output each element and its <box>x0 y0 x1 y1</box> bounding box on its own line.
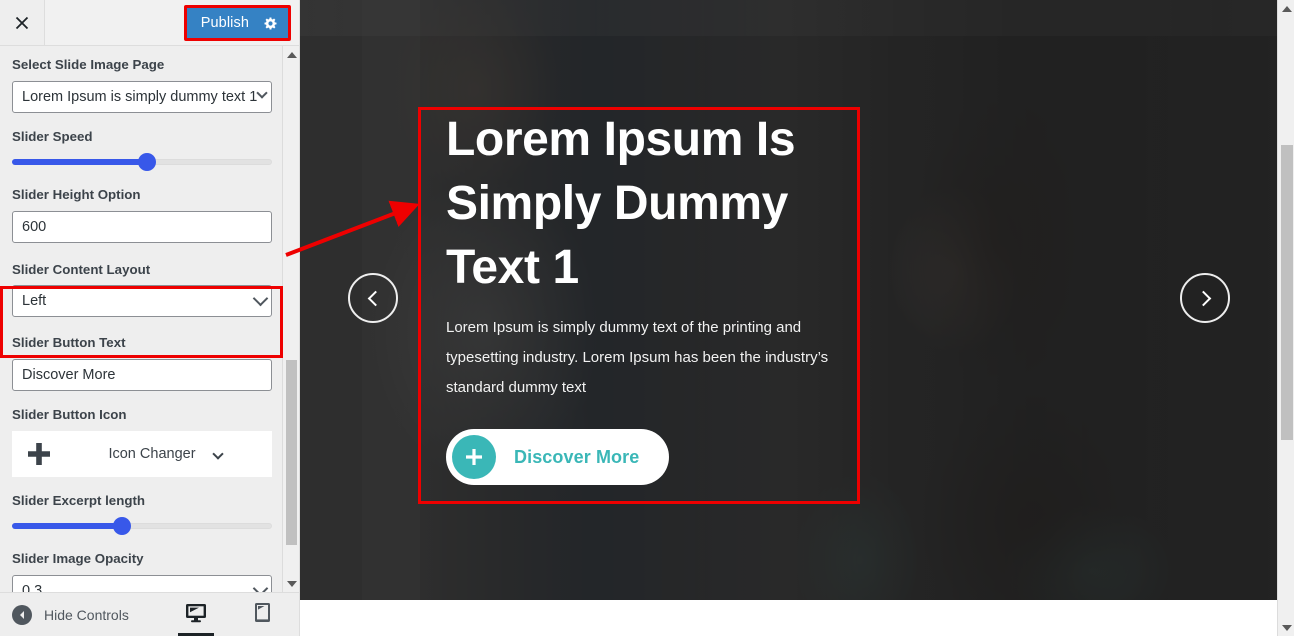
slider-image-opacity-input[interactable] <box>12 574 272 592</box>
preview-bottom-strip <box>300 600 1277 636</box>
range-thumb[interactable] <box>113 517 131 536</box>
range-thumb[interactable] <box>138 153 156 172</box>
device-tablet-button[interactable] <box>241 594 283 636</box>
tablet-icon <box>254 602 271 628</box>
control-label: Slider Excerpt length <box>12 492 146 508</box>
site-preview: Lorem Ipsum Is Simply Dummy Text 1 Lorem… <box>300 0 1277 636</box>
chevron-left-icon <box>367 290 383 306</box>
triangle-down-icon <box>286 580 297 587</box>
chevron-right-icon <box>1195 290 1211 306</box>
page-scroll-up-button[interactable] <box>1278 0 1294 17</box>
icon-changer-label: Icon Changer <box>108 445 196 462</box>
control-slider-speed: Slider Speed <box>12 128 276 172</box>
slider-speed-range[interactable] <box>12 153 272 172</box>
control-slider-button-text: Slider Button Text <box>12 334 276 392</box>
hide-controls-button[interactable]: Hide Controls <box>12 604 129 625</box>
triangle-down-icon <box>1281 624 1292 631</box>
slide-description: Lorem Ipsum is simply dummy text of the … <box>446 319 829 397</box>
sidebar-header: Publish <box>0 0 299 46</box>
control-select-slide-image-page: Select Slide Image Page <box>12 56 276 113</box>
publish-button-label: Publish <box>200 15 249 31</box>
page-scrollbar[interactable] <box>1277 0 1294 636</box>
slider-excerpt-range[interactable] <box>12 517 272 536</box>
close-button[interactable] <box>0 0 45 45</box>
chevron-left-circle-icon <box>12 604 32 625</box>
customizer-window: Publish Select Slide Image Page Lorem Ip… <box>0 0 1294 636</box>
desktop-icon <box>185 603 207 628</box>
publish-button[interactable]: Publish <box>186 8 288 38</box>
scroll-up-button[interactable] <box>283 46 299 63</box>
customizer-sidebar: Publish Select Slide Image Page Lorem Ip… <box>0 0 334 636</box>
publish-highlight-box: Publish <box>183 5 291 41</box>
gear-icon[interactable] <box>263 16 278 31</box>
discover-more-button[interactable]: Discover More <box>446 429 670 486</box>
control-slider-excerpt-length: Slider Excerpt length <box>12 492 276 536</box>
control-label: Slider Button Text <box>12 335 126 351</box>
slide-content: Lorem Ipsum Is Simply Dummy Text 1 Lorem… <box>446 108 876 486</box>
slide-title: Lorem Ipsum Is Simply Dummy Text 1 <box>446 113 796 294</box>
sidebar-scrollbar-thumb[interactable] <box>286 360 297 545</box>
sidebar-scrollbar[interactable] <box>282 46 299 592</box>
device-desktop-button[interactable] <box>175 594 217 636</box>
slider-next-button[interactable] <box>1180 273 1230 323</box>
slider-prev-button[interactable] <box>348 273 398 323</box>
control-label: Slider Speed <box>12 128 93 144</box>
triangle-up-icon <box>286 51 297 58</box>
sidebar-footer: Hide Controls <box>0 592 334 636</box>
controls-panel[interactable]: Select Slide Image Page Slider Speed <box>0 46 299 592</box>
control-slider-image-opacity: Slider Image Opacity <box>12 550 276 592</box>
control-slider-height-option: Slider Height Option <box>12 186 276 243</box>
page-scrollbar-thumb[interactable] <box>1281 145 1293 440</box>
control-slider-button-icon: Slider Button Icon Icon Changer <box>12 406 276 477</box>
discover-more-label: Discover More <box>514 446 640 467</box>
range-fill <box>12 523 122 530</box>
control-label: Slider Content Layout <box>12 261 151 277</box>
close-icon <box>14 15 30 31</box>
icon-changer-button[interactable]: Icon Changer <box>12 430 272 477</box>
control-label: Slider Button Icon <box>12 407 127 423</box>
control-slider-content-layout: Slider Content Layout <box>12 261 276 318</box>
select-slide-image-page-input[interactable] <box>12 80 272 113</box>
page-scroll-down-button[interactable] <box>1278 619 1294 636</box>
slider-content-layout-input[interactable] <box>12 285 272 318</box>
plus-icon <box>452 435 496 480</box>
range-fill <box>12 159 147 166</box>
triangle-up-icon <box>1281 5 1292 12</box>
control-label: Slider Image Opacity <box>12 551 144 567</box>
slider-height-input[interactable] <box>12 210 272 243</box>
control-label: Slider Height Option <box>12 187 141 203</box>
control-label: Select Slide Image Page <box>12 57 165 72</box>
hide-controls-label: Hide Controls <box>44 606 129 623</box>
scroll-down-button[interactable] <box>283 575 299 592</box>
slider-button-text-input[interactable] <box>12 359 272 392</box>
